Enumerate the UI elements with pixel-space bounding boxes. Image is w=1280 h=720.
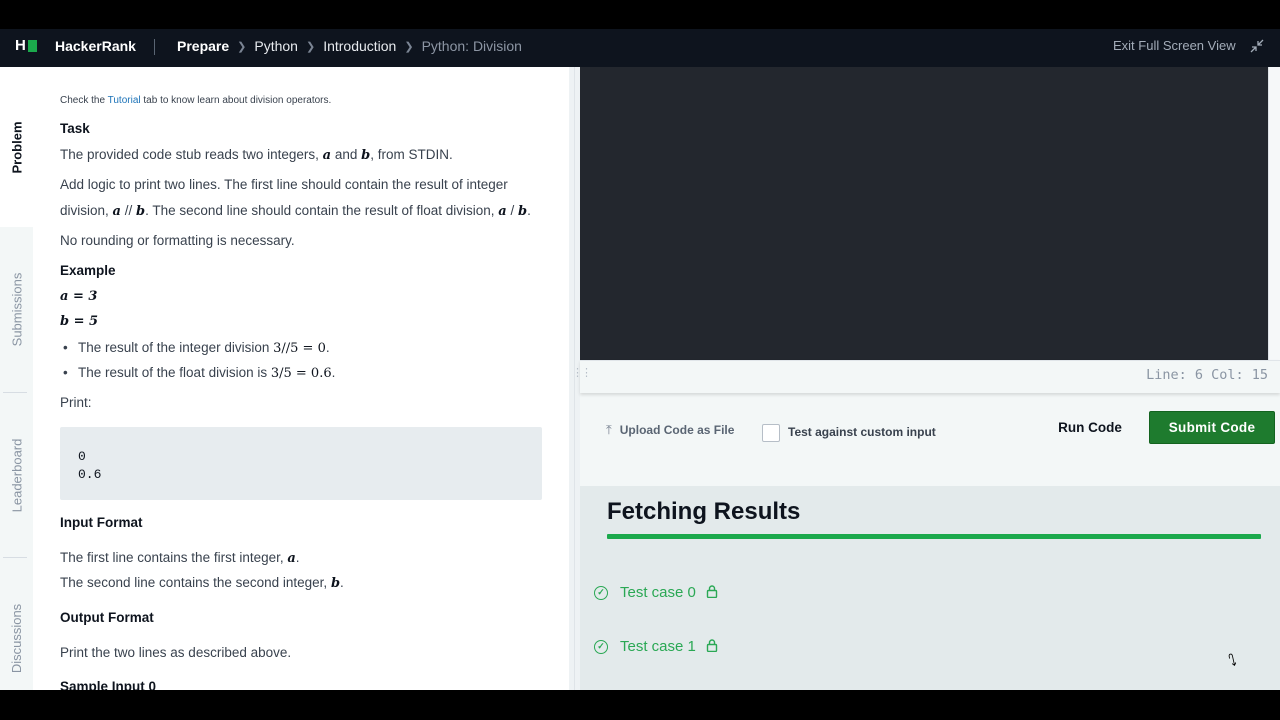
input-format-line-2: The second line contains the second inte… bbox=[60, 575, 344, 591]
custom-input-checkbox[interactable] bbox=[762, 424, 780, 442]
output-format-text: Print the two lines as described above. bbox=[60, 645, 292, 660]
tab-leaderboard[interactable]: Leaderboard bbox=[0, 393, 33, 557]
tab-discussions[interactable]: Discussions bbox=[0, 558, 33, 690]
intro-text: Check the Tutorial tab to know learn abo… bbox=[60, 95, 332, 106]
breadcrumb-introduction[interactable]: Introduction bbox=[323, 38, 396, 54]
tab-submissions-label: Submissions bbox=[9, 272, 25, 347]
lock-icon bbox=[706, 638, 718, 655]
hackerrank-logo[interactable]: H bbox=[15, 38, 37, 53]
shrink-icon[interactable] bbox=[1250, 39, 1264, 53]
editor-status-bar: Line: 6 Col: 15 bbox=[580, 360, 1280, 393]
upload-code-button[interactable]: ⤒ Upload Code as File bbox=[606, 422, 734, 438]
mouse-pointer-icon: ⭛ bbox=[1228, 653, 1237, 670]
breadcrumb-current: Python: Division bbox=[421, 38, 522, 54]
output-line: 0 bbox=[78, 449, 86, 464]
test-case-label: Test case 0 bbox=[620, 584, 696, 601]
run-code-button[interactable]: Run Code bbox=[1045, 411, 1135, 444]
test-case-1[interactable]: ✓ Test case 1 bbox=[594, 638, 718, 655]
chevron-right-icon: ❯ bbox=[404, 40, 414, 53]
breadcrumb-prepare[interactable]: Prepare bbox=[177, 38, 229, 54]
input-format-line-1: The first line contains the first intege… bbox=[60, 550, 300, 566]
task-paragraph-2-cont: division, a // b. The second line should… bbox=[60, 203, 531, 219]
example-bullet-2: The result of the float division is 3/5 … bbox=[63, 365, 335, 381]
print-label: Print: bbox=[60, 395, 92, 410]
drag-handle-icon[interactable]: ⋮⋮ bbox=[572, 366, 592, 379]
lock-icon bbox=[706, 584, 718, 601]
header-divider bbox=[154, 39, 155, 55]
test-case-label: Test case 1 bbox=[620, 638, 696, 655]
tab-discussions-label: Discussions bbox=[9, 603, 25, 673]
cursor-position: Line: 6 Col: 15 bbox=[1146, 367, 1268, 383]
example-output-block: 0 0.6 bbox=[60, 427, 542, 500]
chevron-right-icon: ❯ bbox=[237, 40, 247, 53]
results-heading: Fetching Results bbox=[607, 498, 801, 525]
tutorial-link[interactable]: Tutorial bbox=[108, 95, 141, 106]
tab-problem[interactable]: Problem bbox=[0, 67, 33, 227]
task-paragraph-2: Add logic to print two lines. The first … bbox=[60, 177, 508, 192]
test-case-0[interactable]: ✓ Test case 0 bbox=[594, 584, 718, 601]
sample-input-heading: Sample Input 0 bbox=[60, 679, 157, 690]
upload-icon: ⤒ bbox=[606, 422, 612, 437]
task-heading: Task bbox=[60, 121, 90, 136]
tab-problem-label: Problem bbox=[9, 120, 25, 174]
task-paragraph-3: No rounding or formatting is necessary. bbox=[60, 233, 295, 248]
example-b: b = 5 bbox=[60, 314, 99, 329]
input-format-heading: Input Format bbox=[60, 515, 143, 530]
example-bullet-1: The result of the integer division 3//5 … bbox=[63, 340, 330, 356]
output-line: 0.6 bbox=[78, 467, 102, 482]
results-panel: Fetching Results ✓ Test case 0 ✓ Test ca… bbox=[580, 486, 1280, 690]
tab-submissions[interactable]: Submissions bbox=[0, 227, 33, 392]
side-tabs: Problem Submissions Leaderboard Discussi… bbox=[0, 67, 33, 690]
tab-leaderboard-label: Leaderboard bbox=[9, 438, 25, 512]
results-progress-bar bbox=[607, 534, 1261, 539]
problem-statement: Check the Tutorial tab to know learn abo… bbox=[33, 67, 569, 690]
brand-name[interactable]: HackerRank bbox=[55, 38, 136, 54]
editor-scrollbar[interactable] bbox=[1268, 67, 1280, 360]
chevron-right-icon: ❯ bbox=[305, 40, 316, 53]
example-a: a = 3 bbox=[60, 289, 98, 304]
exit-fullscreen-link[interactable]: Exit Full Screen View bbox=[1113, 38, 1236, 53]
output-format-heading: Output Format bbox=[60, 610, 154, 625]
app-frame: H HackerRank Prepare ❯ Python ❯ Introduc… bbox=[0, 29, 1280, 690]
custom-input-label[interactable]: Test against custom input bbox=[788, 425, 936, 439]
upload-label: Upload Code as File bbox=[619, 423, 735, 437]
submit-code-button[interactable]: Submit Code bbox=[1149, 411, 1275, 444]
check-circle-icon: ✓ bbox=[594, 639, 608, 654]
code-editor[interactable] bbox=[580, 67, 1268, 360]
task-paragraph-1: The provided code stub reads two integer… bbox=[60, 147, 453, 163]
example-heading: Example bbox=[60, 263, 116, 278]
breadcrumb-python[interactable]: Python bbox=[254, 38, 298, 54]
top-bar: H HackerRank Prepare ❯ Python ❯ Introduc… bbox=[0, 29, 1280, 67]
breadcrumb: Prepare ❯ Python ❯ Introduction ❯ Python… bbox=[177, 38, 522, 54]
check-circle-icon: ✓ bbox=[594, 585, 608, 600]
